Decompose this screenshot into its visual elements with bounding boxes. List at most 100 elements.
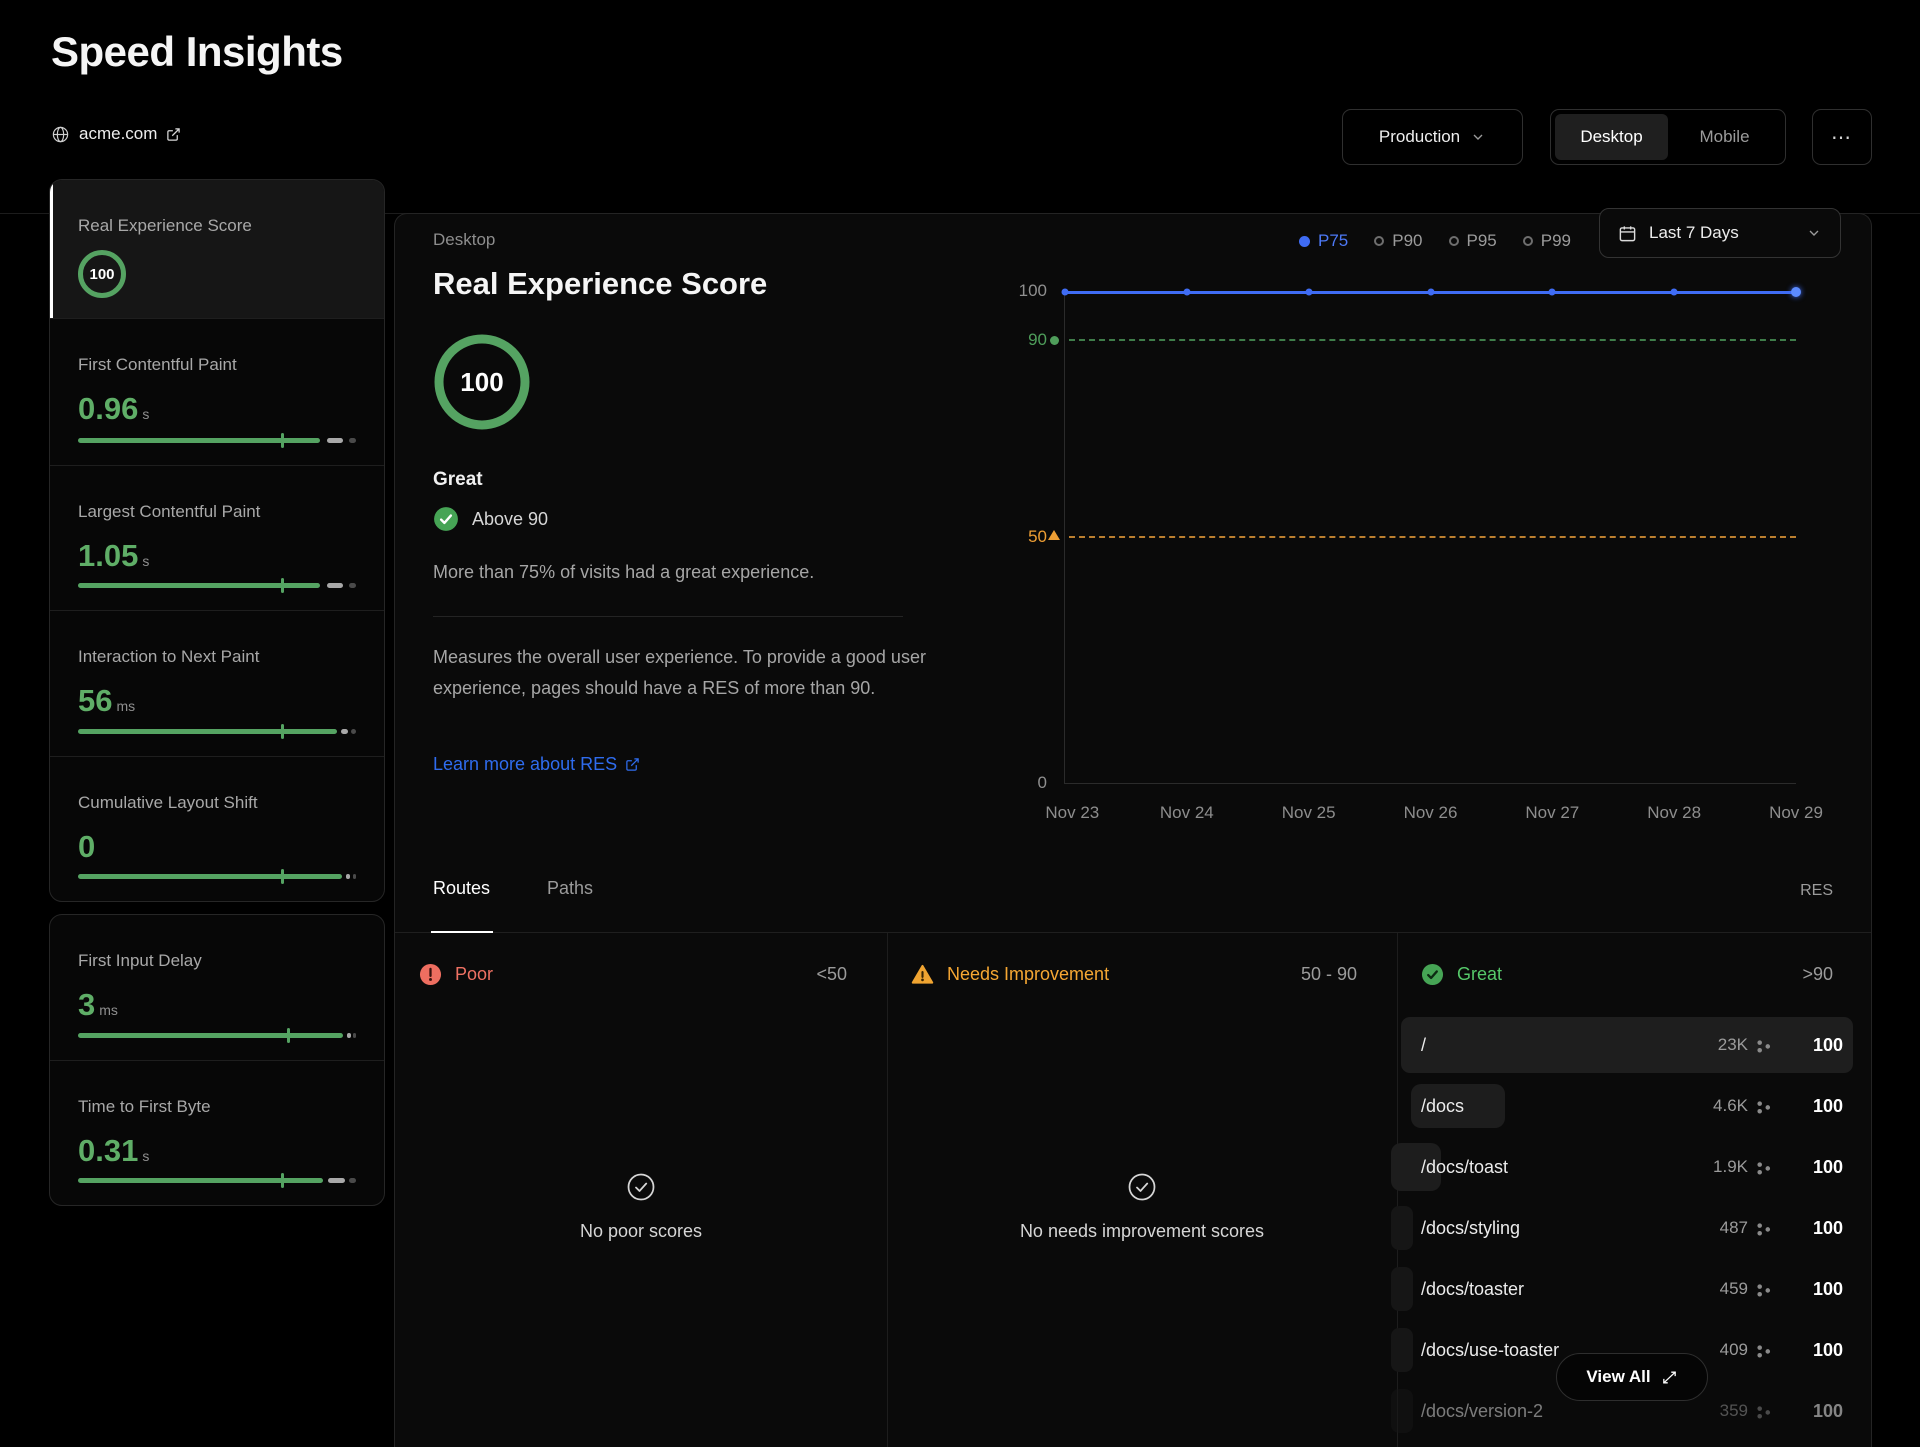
active-tab-underline bbox=[431, 931, 493, 933]
score-value: 100 bbox=[432, 332, 532, 432]
sidebar-item-first-contentful-paint[interactable]: First Contentful Paint 0.96s bbox=[50, 318, 384, 465]
poor-empty-state: No poor scores bbox=[491, 1172, 791, 1242]
y-tick-90: 90 bbox=[1001, 330, 1047, 350]
poor-threshold-marker bbox=[1048, 530, 1060, 540]
p90-ring-icon bbox=[1374, 236, 1384, 246]
row-highlight bbox=[1391, 1206, 1413, 1250]
warning-triangle-icon bbox=[911, 963, 934, 986]
threshold-line-90 bbox=[1069, 339, 1796, 341]
legend-item-p90[interactable]: P90 bbox=[1374, 231, 1422, 251]
expand-icon bbox=[1661, 1369, 1678, 1386]
device-tab-label: Mobile bbox=[1699, 127, 1749, 147]
route-row[interactable]: /docs 4.6K 100 bbox=[1401, 1078, 1853, 1134]
sidebar-item-largest-contentful-paint[interactable]: Largest Contentful Paint 1.05s bbox=[50, 465, 384, 610]
sidebar-item-cumulative-layout-shift[interactable]: Cumulative Layout Shift 0 bbox=[50, 756, 384, 901]
x-tick: Nov 27 bbox=[1525, 803, 1579, 823]
data-point bbox=[1671, 289, 1678, 296]
date-range-dropdown[interactable]: Last 7 Days bbox=[1599, 208, 1841, 258]
legend-label: P95 bbox=[1467, 231, 1497, 251]
view-all-label: View All bbox=[1586, 1367, 1650, 1387]
metric-label: Time to First Byte bbox=[78, 1097, 356, 1117]
device-tab-mobile[interactable]: Mobile bbox=[1668, 114, 1781, 160]
metric-unit: ms bbox=[116, 698, 135, 714]
route-score: 100 bbox=[1791, 1279, 1843, 1300]
metric-label: Largest Contentful Paint bbox=[78, 502, 356, 522]
great-column-header: Great >90 bbox=[1421, 954, 1502, 994]
route-row[interactable]: / 23K 100 bbox=[1401, 1017, 1853, 1073]
route-path: /docs/toast bbox=[1421, 1157, 1713, 1178]
great-threshold-marker bbox=[1050, 336, 1059, 345]
metrics-sidebar: Real Experience Score 100 First Contentf… bbox=[49, 179, 385, 1206]
chevron-down-icon bbox=[1806, 225, 1822, 241]
device-toggle: Desktop Mobile bbox=[1550, 109, 1786, 165]
res-score-value: 100 bbox=[89, 266, 114, 283]
legend-item-p75[interactable]: P75 bbox=[1299, 231, 1348, 251]
rating-label: Great bbox=[433, 469, 483, 491]
data-point bbox=[1549, 289, 1556, 296]
p95-ring-icon bbox=[1449, 236, 1459, 246]
poor-column-header: Poor <50 bbox=[419, 954, 493, 994]
sidebar-item-real-experience-score[interactable]: Real Experience Score 100 bbox=[50, 180, 384, 318]
legend-item-p99[interactable]: P99 bbox=[1523, 231, 1571, 251]
environment-label: Production bbox=[1379, 127, 1460, 147]
route-visits: 459 bbox=[1720, 1279, 1748, 1299]
main-panel: Desktop Real Experience Score 100 Great … bbox=[394, 213, 1872, 1447]
metric-label: First Contentful Paint bbox=[78, 355, 356, 375]
metric-unit: s bbox=[142, 1148, 149, 1164]
calendar-icon bbox=[1618, 224, 1637, 243]
legend-label: P90 bbox=[1392, 231, 1422, 251]
metric-unit: ms bbox=[99, 1002, 118, 1018]
metric-value: 3 bbox=[78, 987, 95, 1022]
needs-improvement-empty-state: No needs improvement scores bbox=[992, 1172, 1292, 1242]
column-label: Poor bbox=[455, 964, 493, 985]
route-visits: 487 bbox=[1720, 1218, 1748, 1238]
p75-dot-icon bbox=[1299, 236, 1310, 247]
sidebar-item-first-input-delay[interactable]: First Input Delay 3ms bbox=[50, 915, 384, 1060]
metric-threshold-bar bbox=[78, 874, 356, 879]
metric-value: 0.96 bbox=[78, 391, 138, 426]
more-options-button[interactable]: ⋯ bbox=[1812, 109, 1872, 165]
route-path: /docs/toaster bbox=[1421, 1279, 1720, 1300]
metric-threshold-bar bbox=[78, 729, 356, 734]
rating-detail-row: Above 90 bbox=[433, 506, 548, 532]
row-highlight bbox=[1391, 1389, 1413, 1433]
alert-circle-icon bbox=[419, 963, 442, 986]
threshold-line-50 bbox=[1069, 536, 1796, 538]
visitors-dots-icon bbox=[1754, 1158, 1773, 1177]
core-metrics-group: Real Experience Score 100 First Contentf… bbox=[49, 179, 385, 902]
column-range: <50 bbox=[807, 964, 847, 985]
x-tick: Nov 24 bbox=[1160, 803, 1214, 823]
route-row[interactable]: /docs/toast 1.9K 100 bbox=[1401, 1139, 1853, 1195]
metric-threshold-bar bbox=[78, 583, 356, 588]
tab-label: Paths bbox=[547, 878, 593, 898]
tab-paths[interactable]: Paths bbox=[547, 878, 593, 899]
route-visits: 4.6K bbox=[1713, 1096, 1748, 1116]
metric-label: Real Experience Score bbox=[78, 216, 356, 236]
learn-more-link[interactable]: Learn more about RES bbox=[433, 754, 640, 775]
route-visits: 23K bbox=[1718, 1035, 1748, 1055]
empty-state-label: No needs improvement scores bbox=[992, 1221, 1292, 1242]
legend-item-p95[interactable]: P95 bbox=[1449, 231, 1497, 251]
route-row[interactable]: /docs/styling 487 100 bbox=[1401, 1200, 1853, 1256]
environment-dropdown[interactable]: Production bbox=[1342, 109, 1523, 165]
speed-insights-page: Speed Insights acme.com Production Deskt… bbox=[0, 0, 1920, 1447]
route-visits: 1.9K bbox=[1713, 1157, 1748, 1177]
domain-link[interactable]: acme.com bbox=[51, 124, 181, 144]
data-point bbox=[1427, 289, 1434, 296]
column-label: Great bbox=[1457, 964, 1502, 985]
metric-unit: s bbox=[142, 553, 149, 569]
device-tab-desktop[interactable]: Desktop bbox=[1555, 114, 1668, 160]
route-row[interactable]: /docs/toaster 459 100 bbox=[1401, 1261, 1853, 1317]
score-ring: 100 bbox=[432, 332, 532, 432]
visitors-dots-icon bbox=[1754, 1341, 1773, 1360]
sidebar-item-time-to-first-byte[interactable]: Time to First Byte 0.31s bbox=[50, 1060, 384, 1205]
visitors-dots-icon bbox=[1754, 1036, 1773, 1055]
tab-routes[interactable]: Routes bbox=[433, 878, 490, 899]
chevron-down-icon bbox=[1470, 129, 1486, 145]
route-path: /docs/version-2 bbox=[1421, 1401, 1720, 1422]
divider bbox=[433, 616, 903, 617]
external-link-icon bbox=[166, 127, 181, 142]
metric-label: Interaction to Next Paint bbox=[78, 647, 356, 667]
view-all-button[interactable]: View All bbox=[1556, 1353, 1708, 1401]
sidebar-item-interaction-to-next-paint[interactable]: Interaction to Next Paint 56ms bbox=[50, 610, 384, 756]
